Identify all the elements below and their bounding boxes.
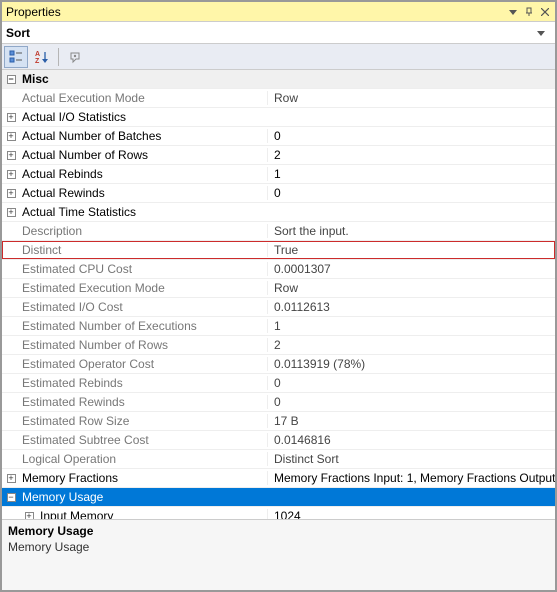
property-row[interactable]: DescriptionSort the input. [2,222,555,241]
expand-toggle[interactable]: + [25,512,34,521]
property-grid: −MiscActual Execution ModeRow+Actual I/O… [2,70,555,520]
toolbar-separator [58,48,59,66]
property-value: 2 [267,338,555,352]
property-value: Memory Fractions Input: 1, Memory Fracti… [267,471,555,485]
expand-toggle[interactable]: + [7,151,16,160]
property-name: Memory Fractions [20,471,267,485]
property-name: Estimated Number of Executions [20,319,267,333]
property-name: Actual Number of Batches [20,129,267,143]
property-name: Estimated CPU Cost [20,262,267,276]
category-name: Misc [20,72,267,86]
description-pane: Memory Usage Memory Usage [2,520,555,590]
property-name: Estimated Operator Cost [20,357,267,371]
property-value: 1 [267,167,555,181]
property-name: Actual Rewinds [20,186,267,200]
property-value: True [267,243,555,257]
expand-toggle[interactable]: − [7,493,16,502]
expand-toggle[interactable]: − [7,75,16,84]
property-row[interactable]: Estimated Number of Rows2 [2,336,555,355]
property-value: 17 B [267,414,555,428]
property-value: 1024 [267,509,555,520]
property-row[interactable]: + Actual Number of Batches0 [2,127,555,146]
categorized-button[interactable] [4,46,28,68]
property-name: Logical Operation [20,452,267,466]
expand-toggle[interactable]: + [7,474,16,483]
property-name: Estimated Rewinds [20,395,267,409]
property-row[interactable]: Logical OperationDistinct Sort [2,450,555,469]
expand-toggle[interactable]: + [7,189,16,198]
dropdown-icon[interactable] [505,4,521,20]
property-value: 2 [267,148,555,162]
property-value: 0 [267,395,555,409]
property-row[interactable]: Estimated Subtree Cost0.0146816 [2,431,555,450]
property-name: Distinct [20,243,267,257]
property-name: Actual Rebinds [20,167,267,181]
property-row[interactable]: Estimated Number of Executions1 [2,317,555,336]
alphabetical-button[interactable]: A Z [30,46,54,68]
description-title: Memory Usage [8,524,549,538]
object-selector[interactable]: Sort [2,22,555,44]
category-header[interactable]: −Misc [2,70,555,89]
expand-toggle[interactable]: + [7,208,16,217]
property-value: Row [267,281,555,295]
property-row[interactable]: Estimated I/O Cost0.0112613 [2,298,555,317]
property-value: 1 [267,319,555,333]
property-name: Estimated I/O Cost [20,300,267,314]
property-name: Estimated Rebinds [20,376,267,390]
property-row[interactable]: + Actual Number of Rows2 [2,146,555,165]
property-row[interactable]: + Memory FractionsMemory Fractions Input:… [2,469,555,488]
property-row[interactable]: Estimated Execution ModeRow [2,279,555,298]
property-name: Estimated Subtree Cost [20,433,267,447]
expand-toggle[interactable]: + [7,132,16,141]
property-name: Input Memory [38,509,267,520]
property-row[interactable]: DistinctTrue [2,241,555,260]
property-row[interactable]: Actual Execution ModeRow [2,89,555,108]
property-name: Actual I/O Statistics [20,110,267,124]
property-value: 0 [267,129,555,143]
property-value: 0 [267,376,555,390]
property-name: Estimated Execution Mode [20,281,267,295]
property-value: Row [267,91,555,105]
property-name: Actual Number of Rows [20,148,267,162]
property-value: 0 [267,186,555,200]
property-name: Actual Execution Mode [20,91,267,105]
property-value: Sort the input. [267,224,555,238]
selected-object-name: Sort [6,26,537,40]
property-name: Estimated Row Size [20,414,267,428]
property-pages-button[interactable] [63,46,87,68]
property-row[interactable]: + Actual Rebinds1 [2,165,555,184]
toolbar: A Z [2,44,555,70]
pin-icon[interactable] [521,4,537,20]
property-value: 0.0146816 [267,433,555,447]
property-row[interactable]: + Input Memory1024 [2,507,555,520]
property-row[interactable]: −Memory Usage [2,488,555,507]
property-row[interactable]: Estimated CPU Cost0.0001307 [2,260,555,279]
chevron-down-icon [537,29,551,37]
property-name: Estimated Number of Rows [20,338,267,352]
svg-text:Z: Z [35,58,40,64]
description-body: Memory Usage [8,540,549,554]
property-value: 0.0001307 [267,262,555,276]
property-row[interactable]: + Actual Rewinds0 [2,184,555,203]
property-name: Description [20,224,267,238]
expand-toggle[interactable]: + [7,170,16,179]
property-value: Distinct Sort [267,452,555,466]
property-name: Actual Time Statistics [20,205,267,219]
svg-text:A: A [35,51,40,58]
window-title: Properties [6,5,505,19]
property-row[interactable]: Estimated Rewinds0 [2,393,555,412]
property-value: 0.0112613 [267,300,555,314]
property-row[interactable]: Estimated Row Size17 B [2,412,555,431]
property-row[interactable]: Estimated Operator Cost0.0113919 (78%) [2,355,555,374]
property-row[interactable]: + Actual I/O Statistics [2,108,555,127]
property-value: 0.0113919 (78%) [267,357,555,371]
close-icon[interactable] [537,4,553,20]
property-row[interactable]: + Actual Time Statistics [2,203,555,222]
titlebar: Properties [2,2,555,22]
property-row[interactable]: Estimated Rebinds0 [2,374,555,393]
property-name: Memory Usage [20,490,267,504]
expand-toggle[interactable]: + [7,113,16,122]
